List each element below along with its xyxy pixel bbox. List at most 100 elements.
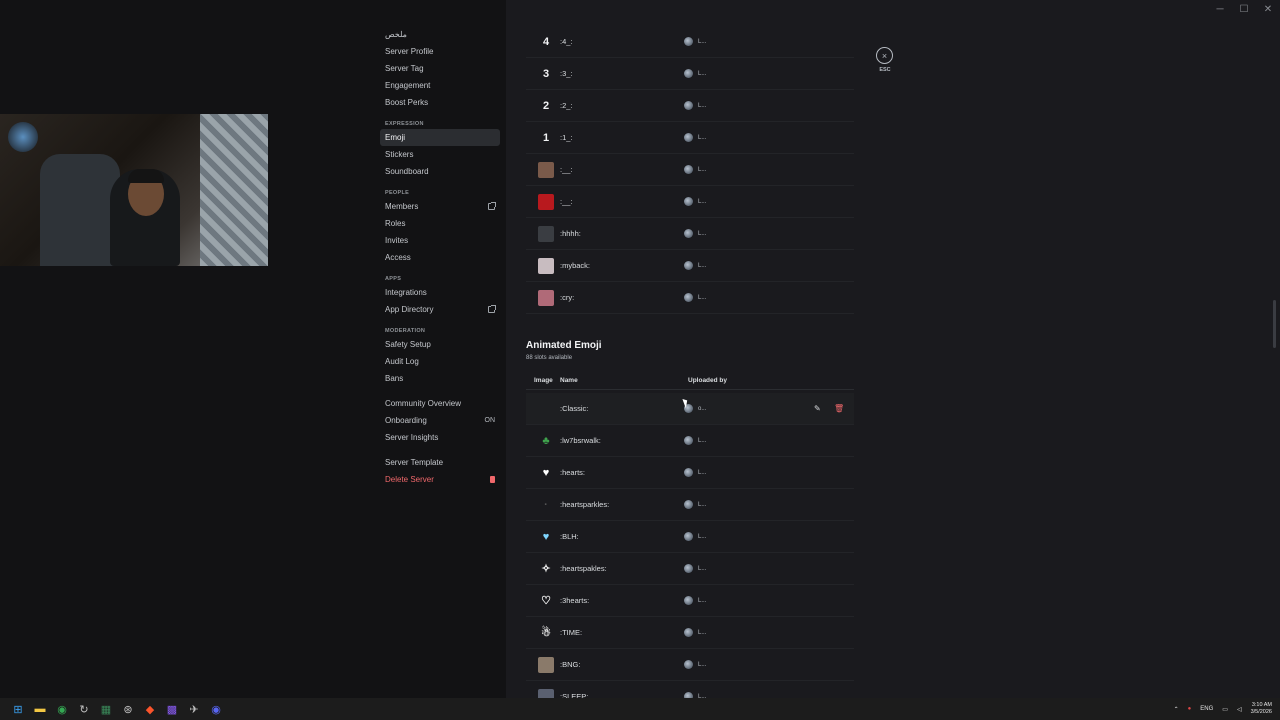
- uploader-name: L...: [698, 629, 707, 636]
- sidebar-item-onboarding[interactable]: Onboarding ON: [380, 412, 500, 429]
- emoji-row[interactable]: 1:1_: L...: [526, 122, 854, 154]
- microphone-icon[interactable]: ●: [1188, 706, 1192, 712]
- nav-separator: [380, 111, 500, 119]
- emoji-image: 2: [542, 99, 550, 112]
- emoji-row[interactable]: ♥:BLH: L...: [526, 521, 854, 553]
- emoji-image: ·: [544, 498, 548, 511]
- brave-icon[interactable]: ◆: [142, 701, 158, 717]
- emoji-row[interactable]: ♥:hearts: L...: [526, 457, 854, 489]
- volume-icon[interactable]: ◁: [1237, 706, 1242, 713]
- emoji-row[interactable]: 4:4_: L...: [526, 26, 854, 58]
- uploader-avatar: [684, 628, 693, 637]
- uploader-name: L...: [698, 501, 707, 508]
- clock[interactable]: 3:10 AM 3/5/2026: [1251, 702, 1272, 716]
- uploader-avatar: [684, 532, 693, 541]
- sidebar-item-server-insights[interactable]: Server Insights: [380, 429, 500, 446]
- sidebar-item-boost-perks[interactable]: Boost Perks: [380, 94, 500, 111]
- maximize-button[interactable]: ☐: [1232, 0, 1256, 18]
- sidebar-item-access[interactable]: Access: [380, 249, 500, 266]
- sidebar-item-emoji[interactable]: Emoji: [380, 129, 500, 146]
- sidebar-item-bans[interactable]: Bans: [380, 370, 500, 387]
- settings-nav: ملخص Server Profile Server Tag Engagement Bo…: [380, 26, 500, 488]
- steam-icon[interactable]: ✈: [186, 701, 202, 717]
- sidebar-item-safety-setup[interactable]: Safety Setup: [380, 336, 500, 353]
- emoji-name: :cry:: [560, 293, 575, 302]
- system-tray: ⌃ ● ENG ▭ ◁ 3:10 AM 3/5/2026: [1174, 698, 1272, 720]
- sidebar-item-audit-log[interactable]: Audit Log: [380, 353, 500, 370]
- trash-icon[interactable]: 🗑: [834, 404, 844, 413]
- sidebar-item-delete-server[interactable]: Delete Server: [380, 471, 500, 488]
- sidebar-item-label: Delete Server: [385, 475, 434, 484]
- emoji-image: ♣: [542, 434, 550, 447]
- emoji-row[interactable]: :__: L...: [526, 186, 854, 218]
- emoji-row[interactable]: 2:2_: L...: [526, 90, 854, 122]
- sidebar-item-overview[interactable]: ملخص: [380, 26, 500, 43]
- uploader-avatar: [684, 165, 693, 174]
- app-icon-1[interactable]: ↻: [76, 701, 92, 717]
- close-icon[interactable]: ×: [876, 47, 893, 64]
- sidebar-item-roles[interactable]: Roles: [380, 215, 500, 232]
- emoji-row[interactable]: :hhhh: L...: [526, 218, 854, 250]
- sidebar-item-server-profile[interactable]: Server Profile: [380, 43, 500, 60]
- emoji-image: 3: [542, 67, 550, 80]
- emoji-name: :hhhh:: [560, 229, 581, 238]
- uploader-avatar: [684, 293, 693, 302]
- sidebar-item-integrations[interactable]: Integrations: [380, 284, 500, 301]
- emoji-row[interactable]: :cry: L...: [526, 282, 854, 314]
- uploaded-by: L...: [684, 660, 706, 669]
- status-badge: ON: [484, 417, 496, 424]
- sidebar-item-members[interactable]: Members: [380, 198, 500, 215]
- emoji-row[interactable]: :Classic: o... ✎ 🗑: [526, 393, 854, 425]
- sidebar-item-stickers[interactable]: Stickers: [380, 146, 500, 163]
- emoji-row[interactable]: :__: L...: [526, 154, 854, 186]
- app-icon-3[interactable]: ⊛: [120, 701, 136, 717]
- emoji-row[interactable]: :myback: L...: [526, 250, 854, 282]
- chevron-up-icon[interactable]: ⌃: [1174, 706, 1179, 713]
- sidebar-item-label: Server Insights: [385, 433, 439, 442]
- emoji-row[interactable]: ♡:3hearts: L...: [526, 585, 854, 617]
- emoji-image: [538, 401, 554, 417]
- windows-start-icon[interactable]: ⊞: [10, 701, 26, 717]
- emoji-name: :BNG:: [560, 660, 581, 669]
- sidebar-item-server-tag[interactable]: Server Tag: [380, 60, 500, 77]
- close-window-button[interactable]: ✕: [1256, 0, 1280, 18]
- emoji-name: :lw7bsrwalk:: [560, 436, 601, 445]
- app-icon-4[interactable]: ▩: [164, 701, 180, 717]
- uploaded-by: L...: [684, 564, 706, 573]
- emoji-row[interactable]: 3:3_: L...: [526, 58, 854, 90]
- file-explorer-icon[interactable]: ▬: [32, 701, 48, 717]
- uploaded-by: L...: [684, 133, 706, 142]
- close-settings[interactable]: × ESC: [876, 47, 894, 73]
- emoji-row[interactable]: :SLEEP: L...: [526, 681, 854, 698]
- uploader-name: L...: [698, 597, 707, 604]
- pencil-icon[interactable]: ✎: [814, 404, 822, 413]
- uploaded-by: L...: [684, 101, 706, 110]
- uploader-name: o...: [698, 405, 707, 412]
- network-icon[interactable]: ▭: [1222, 706, 1228, 713]
- sidebar-item-soundboard[interactable]: Soundboard: [380, 163, 500, 180]
- discord-icon[interactable]: ◉: [208, 701, 224, 717]
- webcam-acoustic-foam: [200, 114, 268, 266]
- sidebar-item-community-overview[interactable]: Community Overview: [380, 395, 500, 412]
- sidebar-item-label: App Directory: [385, 305, 434, 314]
- uploader-avatar: [684, 596, 693, 605]
- uploader-avatar: [684, 564, 693, 573]
- emoji-name: :heartspakles:: [560, 564, 607, 573]
- scrollbar[interactable]: [1273, 300, 1276, 348]
- uploader-name: L...: [698, 198, 707, 205]
- minimize-button[interactable]: ─: [1208, 0, 1232, 18]
- emoji-row[interactable]: ✧:heartspakles: L...: [526, 553, 854, 585]
- sidebar-item-invites[interactable]: Invites: [380, 232, 500, 249]
- emoji-row[interactable]: ·:heartsparkles: L...: [526, 489, 854, 521]
- emoji-row[interactable]: ☃:TIME: L...: [526, 617, 854, 649]
- language-indicator[interactable]: ENG: [1200, 706, 1213, 712]
- uploader-avatar: [684, 101, 693, 110]
- sidebar-item-label: Members: [385, 202, 419, 211]
- emoji-row[interactable]: ♣:lw7bsrwalk: L...: [526, 425, 854, 457]
- sidebar-item-app-directory[interactable]: App Directory: [380, 301, 500, 318]
- sidebar-item-server-template[interactable]: Server Template: [380, 454, 500, 471]
- emoji-row[interactable]: :BNG: L...: [526, 649, 854, 681]
- sidebar-item-engagement[interactable]: Engagement: [380, 77, 500, 94]
- chrome-icon[interactable]: ◉: [54, 701, 70, 717]
- app-icon-2[interactable]: ▦: [98, 701, 114, 717]
